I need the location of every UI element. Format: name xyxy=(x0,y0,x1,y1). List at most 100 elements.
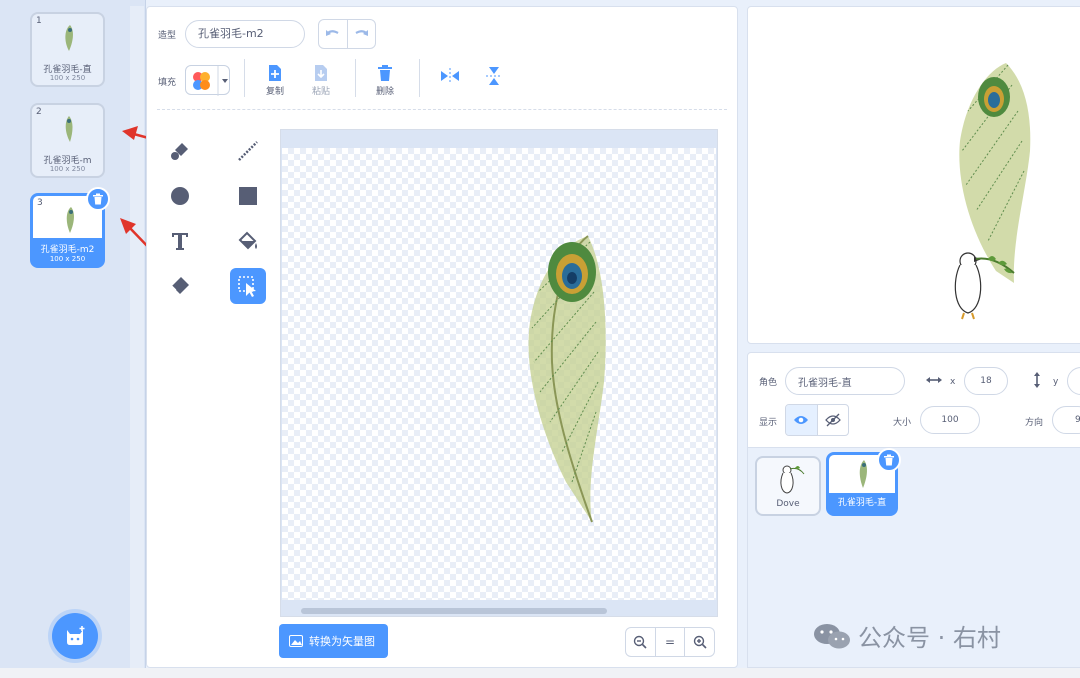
sprite-label: 角色 xyxy=(759,378,778,388)
size-input[interactable]: 100 xyxy=(920,406,980,434)
drawing-canvas[interactable] xyxy=(282,148,716,600)
zoom-in-icon xyxy=(693,635,707,649)
delete-sprite-button[interactable] xyxy=(877,448,901,472)
direction-label: 方向 xyxy=(1025,418,1044,428)
flip-horizontal-button[interactable] xyxy=(430,65,470,87)
watermark: 公众号 · 右村 xyxy=(812,618,1001,653)
costume-item-1[interactable]: 1 孔雀羽毛-直 100 x 250 xyxy=(30,12,105,87)
flip-horizontal-icon xyxy=(441,68,459,84)
eraser-icon xyxy=(171,277,189,294)
size-label: 大小 xyxy=(893,418,912,428)
costume-size: 100 x 250 xyxy=(49,74,86,82)
costume-list: 1 孔雀羽毛-直 100 x 250 2 孔雀羽毛-m 100 x 250 3 … xyxy=(0,0,146,668)
costume-label: 造型 xyxy=(158,31,177,41)
zoom-out-icon xyxy=(634,635,647,649)
undo-redo-group xyxy=(318,19,376,49)
rectangle-tool[interactable] xyxy=(230,178,266,214)
cat-add-icon xyxy=(67,626,85,645)
undo-icon xyxy=(325,30,339,36)
horizontal-arrows-icon xyxy=(926,377,942,383)
stage-feather-sprite xyxy=(954,63,1031,320)
sprite-name: Dove xyxy=(776,499,800,509)
flip-vertical-icon xyxy=(486,67,502,85)
show-label: 显示 xyxy=(759,418,778,428)
copy-label: 复制 xyxy=(265,87,284,97)
direction-input[interactable]: 9 xyxy=(1052,406,1080,434)
feather-thumbnail xyxy=(859,460,867,488)
paste-button[interactable]: 粘贴 xyxy=(301,62,341,97)
zoom-reset-button[interactable]: = xyxy=(654,628,685,656)
sprite-name-input[interactable]: 孔雀羽毛-直 xyxy=(785,367,905,395)
choose-costume-button[interactable] xyxy=(52,613,98,659)
feather-thumbnail xyxy=(65,25,73,51)
sprite-info-panel: 角色 孔雀羽毛-直 x 18 y 显示 大小 100 方向 9 xyxy=(747,352,1080,448)
trash-icon xyxy=(884,454,894,466)
costume-list-scroll-track[interactable] xyxy=(130,6,144,668)
costume-number: 3 xyxy=(37,198,43,208)
visibility-toggle xyxy=(785,404,849,436)
line-tool[interactable] xyxy=(230,133,266,169)
redo-button[interactable] xyxy=(346,20,376,48)
line-icon xyxy=(238,141,258,161)
convert-label: 转换为矢量图 xyxy=(309,635,375,648)
zoom-in-button[interactable] xyxy=(684,628,714,656)
y-label: y xyxy=(1053,377,1059,387)
eraser-tool[interactable] xyxy=(162,268,198,304)
drawing-canvas-area[interactable] xyxy=(280,129,718,617)
eye-icon xyxy=(794,416,809,424)
paint-bucket-icon xyxy=(238,231,257,250)
paste-label: 粘贴 xyxy=(311,87,330,97)
zoom-out-button[interactable] xyxy=(626,628,655,656)
redo-icon xyxy=(355,30,369,36)
y-position-input[interactable] xyxy=(1067,367,1080,395)
flip-vertical-button[interactable] xyxy=(474,65,514,87)
circle-tool[interactable] xyxy=(162,178,198,214)
hide-button[interactable] xyxy=(816,405,849,435)
bottom-strip xyxy=(0,668,1080,678)
dove-thumbnail xyxy=(780,465,805,494)
watermark-text: 公众号 · 右村 xyxy=(858,624,1001,652)
text-icon xyxy=(172,233,188,250)
convert-to-vector-button[interactable]: 转换为矢量图 xyxy=(279,624,388,658)
image-icon xyxy=(289,635,303,647)
undo-button[interactable] xyxy=(319,20,347,48)
circle-icon xyxy=(171,187,189,205)
costume-name-input[interactable]: 孔雀羽毛-m2 xyxy=(185,20,305,48)
eye-hidden-icon xyxy=(824,413,841,427)
costume-size: 100 x 250 xyxy=(49,165,86,173)
x-position-input[interactable]: 18 xyxy=(964,367,1008,395)
fill-color-picker[interactable] xyxy=(185,65,230,96)
text-tool[interactable] xyxy=(162,223,198,259)
delete-costume-button[interactable] xyxy=(86,187,110,211)
paste-icon xyxy=(315,65,327,81)
show-button[interactable] xyxy=(786,405,817,435)
trash-icon xyxy=(93,193,103,205)
sprite-name: 孔雀羽毛-直 xyxy=(837,498,887,508)
fill-label: 填充 xyxy=(158,78,177,88)
costume-item-2[interactable]: 2 孔雀羽毛-m 100 x 250 xyxy=(30,103,105,178)
costume-name: 孔雀羽毛-m2 xyxy=(40,245,95,255)
rectangle-icon xyxy=(239,187,257,205)
stage[interactable] xyxy=(747,6,1080,344)
peacock-feather-image xyxy=(528,235,606,523)
paint-editor: 造型 孔雀羽毛-m2 填充 复制 粘贴 删除 转换为矢量图 = xyxy=(146,6,738,668)
sprite-tile-dove[interactable]: Dove xyxy=(755,456,821,516)
fill-tool[interactable] xyxy=(230,223,266,259)
x-label: x xyxy=(950,377,956,387)
canvas-horizontal-scrollbar[interactable] xyxy=(301,608,607,614)
delete-button[interactable]: 删除 xyxy=(365,62,405,97)
costume-size: 100 x 250 xyxy=(49,255,86,263)
select-tool[interactable] xyxy=(230,268,266,304)
copy-button[interactable]: 复制 xyxy=(255,62,295,97)
costume-number: 1 xyxy=(36,16,42,26)
zoom-controls: = xyxy=(625,627,715,657)
delete-label: 删除 xyxy=(375,87,394,97)
wechat-icon xyxy=(814,623,850,648)
vertical-arrows-icon xyxy=(1034,372,1040,388)
dove-sprite xyxy=(954,252,1015,320)
fill-color-swatch-icon xyxy=(193,66,228,96)
select-icon xyxy=(238,276,256,297)
feather-thumbnail xyxy=(66,207,74,233)
brush-tool[interactable] xyxy=(162,133,198,169)
brush-icon xyxy=(171,143,188,160)
